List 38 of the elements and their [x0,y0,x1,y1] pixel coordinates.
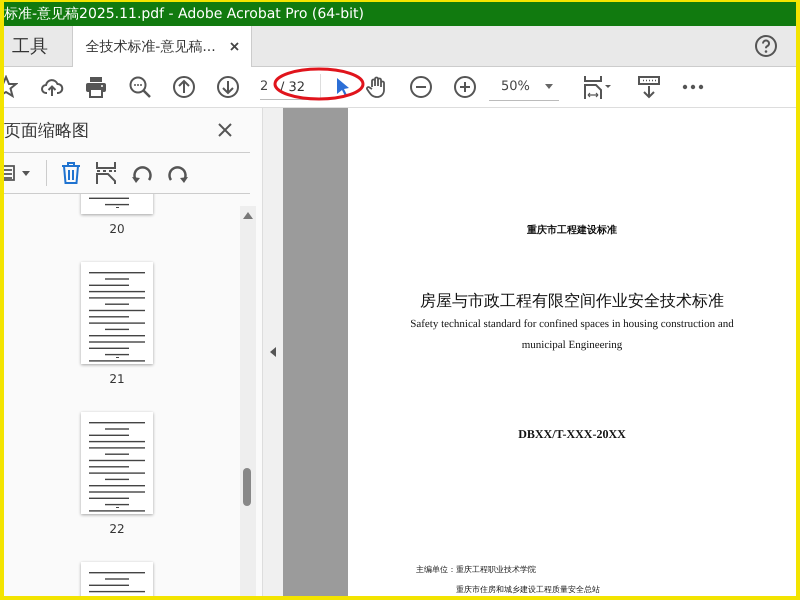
close-icon[interactable] [218,123,232,137]
zoom-search-icon[interactable] [128,75,152,99]
page-number-label: 20 [109,222,125,236]
document-subtitle: Safety technical standard for confined spaces in housing construction and [410,318,734,330]
editor-name: 重庆市住房和城乡建设工程质量安全总站 [456,584,600,595]
editor-name: 重庆工程职业技术学院 [456,564,537,575]
scrollbar[interactable] [240,206,256,596]
insert-page-icon[interactable] [95,161,117,185]
options-menu-icon[interactable] [4,163,32,183]
close-tab-button[interactable] [230,42,239,51]
zoom-in-icon[interactable] [453,75,477,99]
trash-icon[interactable] [61,162,81,184]
document-subtitle: municipal Engineering [522,339,622,351]
close-icon [230,42,239,51]
standard-code: DBXX/T-XXX-20XX [518,427,626,442]
zoom-dropdown[interactable]: 50% [489,73,559,101]
scroll-mode-icon[interactable] [637,75,661,99]
fit-page-icon[interactable] [581,75,611,99]
zoom-out-icon[interactable] [409,75,433,99]
document-title: 房屋与市政工程有限空间作业安全技术标准 [420,291,724,312]
page-thumbnail-drawing[interactable] [81,412,153,514]
help-icon[interactable] [754,34,778,58]
scrollbar-thumb[interactable] [243,468,251,506]
next-page-icon[interactable] [216,75,240,99]
tab[interactable]: 全技术标准-意见稿... [72,26,252,67]
scroll-up-icon[interactable] [243,212,253,220]
window-title: 标准-意见稿2025.11.pdf - Adobe Acrobat Pro (64-bit) [4,5,364,24]
editors-label: 主编单位： [416,564,456,575]
page-number-label: 21 [109,372,125,386]
previous-page-icon[interactable] [172,75,196,99]
star-icon[interactable] [4,75,18,99]
collapse-panel-icon[interactable] [270,347,276,357]
page-number-label: 22 [109,522,125,536]
panel-title: 页面缩略图 [4,120,89,142]
caret-icon [545,84,553,89]
print-icon[interactable] [84,75,108,99]
page-thumbnail-drawing[interactable] [81,262,153,364]
document-header: 重庆市工程建设标准 [527,223,617,237]
